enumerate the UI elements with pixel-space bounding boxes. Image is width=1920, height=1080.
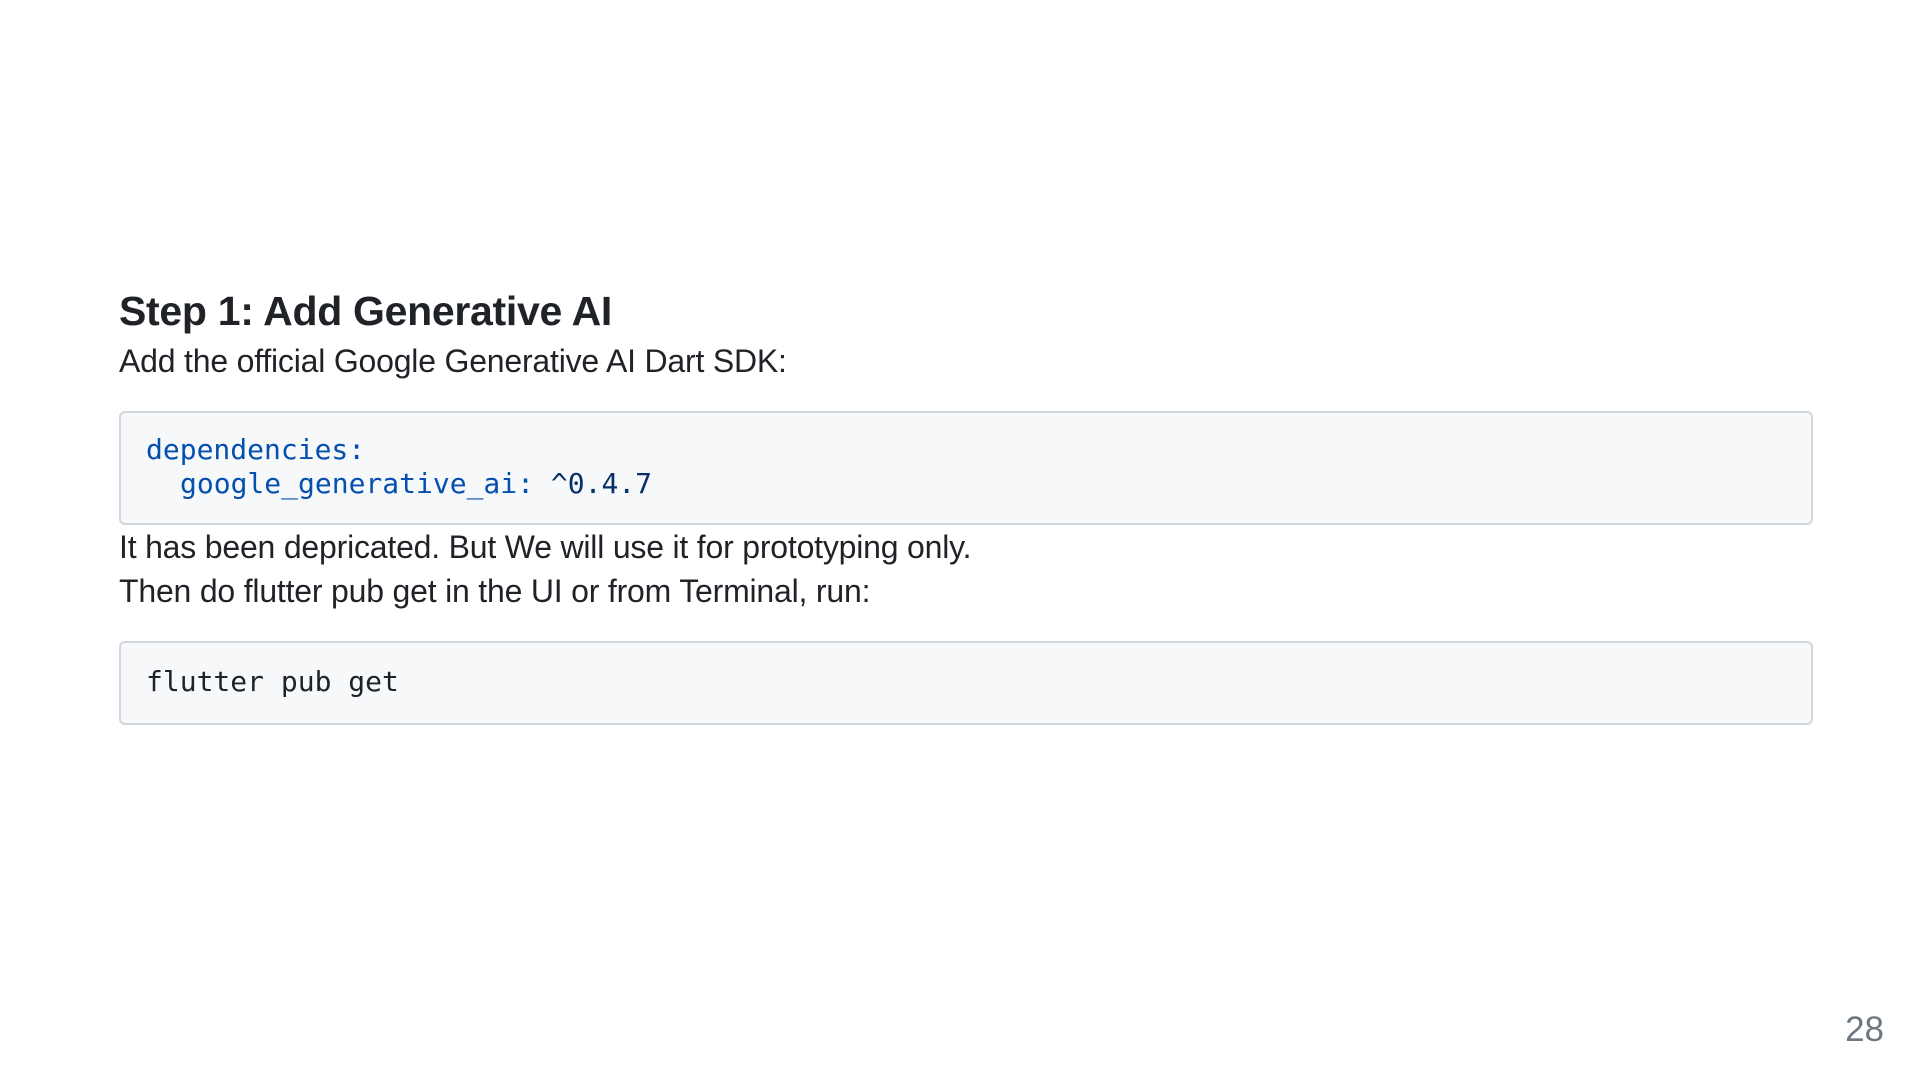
page-number: 28 [1845,1010,1884,1049]
dependencies-code-block[interactable]: dependencies: google_generative_ai: ^0.4.… [119,411,1813,525]
slide: Step 1: Add Generative AI Add the offici… [0,0,1920,1080]
instruction-text: Then do flutter pub get in the UI or fro… [119,573,871,609]
code-line-1: dependencies: [146,433,1786,467]
slide-content: Step 1: Add Generative AI Add the offici… [119,283,1813,725]
intro-text: Add the official Google Generative AI Da… [119,343,787,379]
package-version-value: ^0.4.7 [550,467,653,500]
package-name-key: google_generative_ai: [180,467,535,500]
code-line-2: google_generative_ai: ^0.4.7 [146,467,1786,501]
terminal-command: flutter pub get [146,665,399,698]
deprecation-note: It has been depricated. But We will use … [119,529,972,565]
terminal-command-code-block[interactable]: flutter pub get [119,641,1813,725]
dependencies-key: dependencies: [146,433,366,466]
slide-title: Step 1: Add Generative AI [119,288,612,334]
